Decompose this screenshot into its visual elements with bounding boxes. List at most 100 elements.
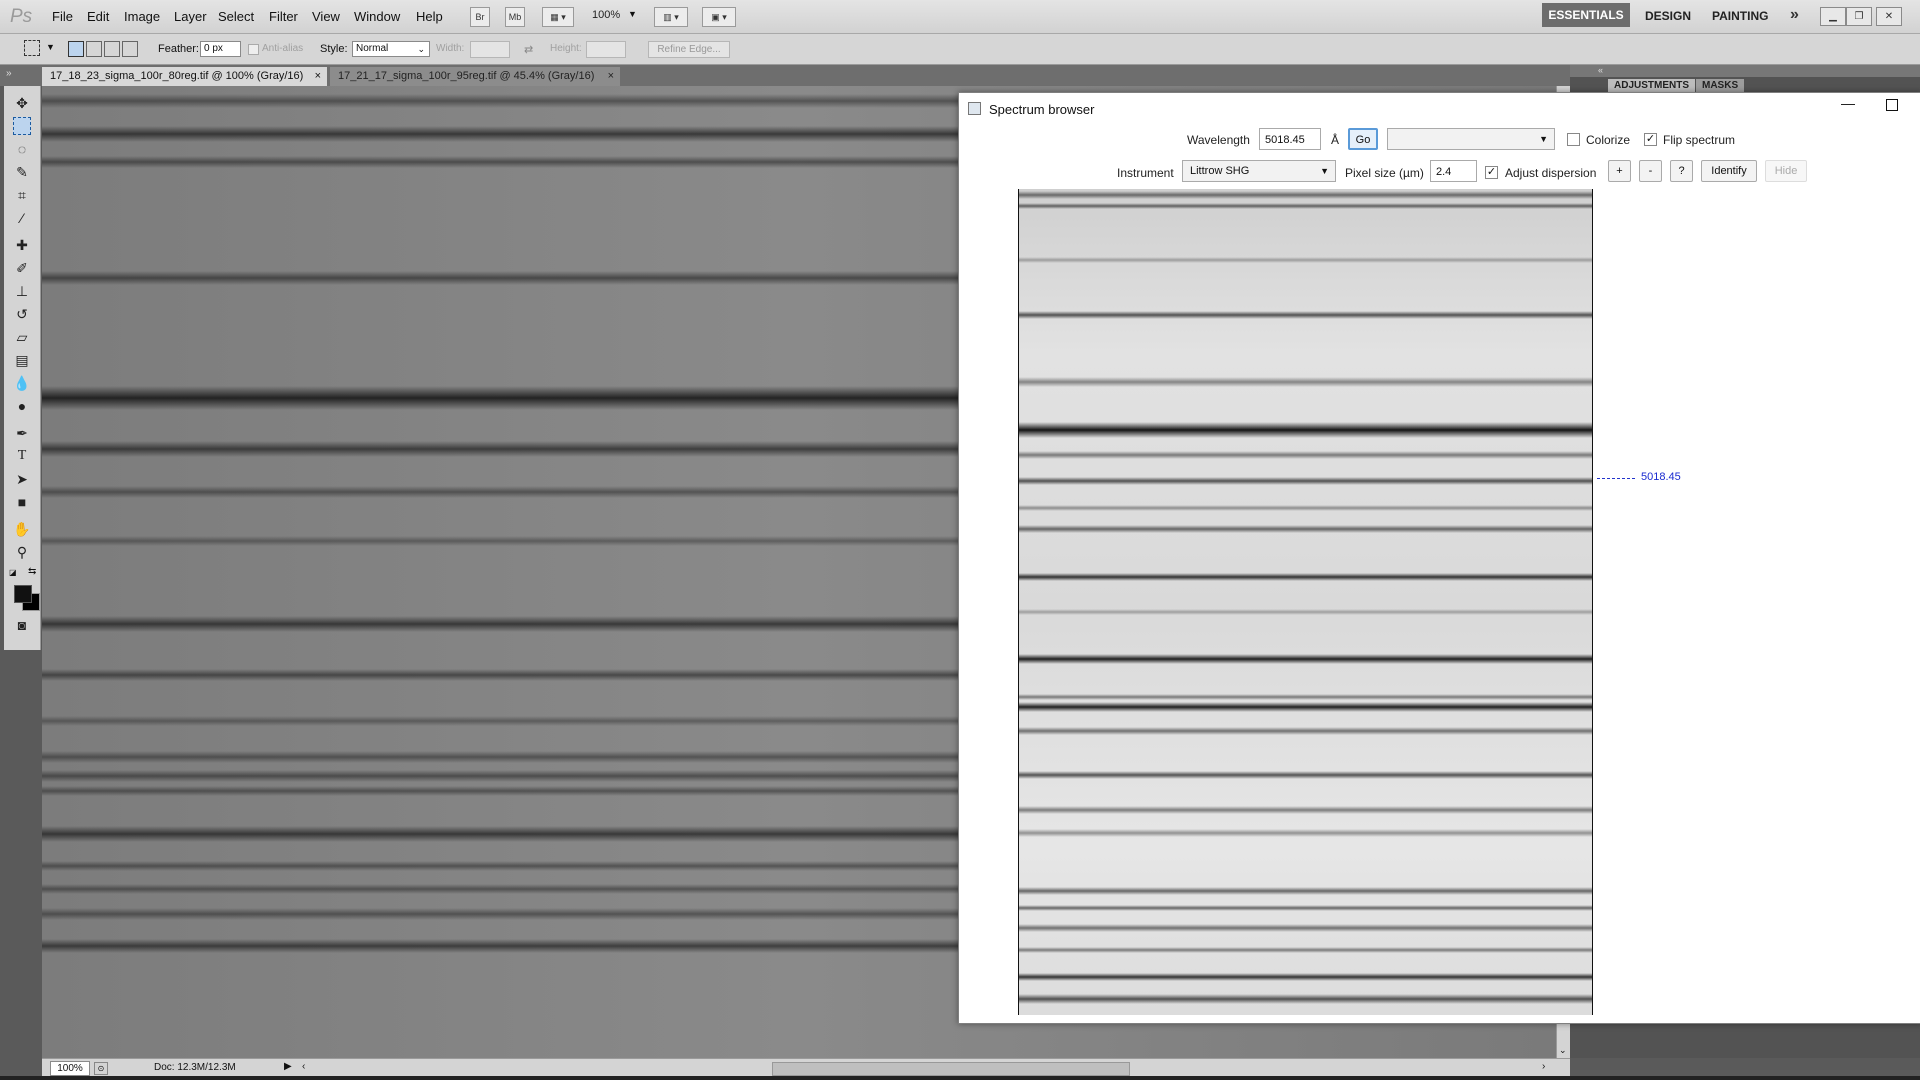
- help-button[interactable]: ?: [1670, 160, 1693, 182]
- document-tab-1[interactable]: 17_18_23_sigma_100r_80reg.tif @ 100% (Gr…: [42, 67, 327, 86]
- flip-spectrum-checkbox[interactable]: ✓: [1644, 133, 1657, 146]
- menu-filter[interactable]: Filter: [269, 9, 298, 24]
- menu-view[interactable]: View: [312, 9, 340, 24]
- workspace-essentials[interactable]: ESSENTIALS: [1542, 3, 1630, 27]
- rectangle-shape-icon[interactable]: ■: [13, 493, 31, 511]
- view-extras-button[interactable]: ▦ ▾: [542, 7, 574, 27]
- dodge-icon[interactable]: ●: [13, 397, 31, 415]
- type-icon[interactable]: T: [13, 447, 31, 465]
- window-maximize-icon[interactable]: [1886, 99, 1898, 111]
- menu-select[interactable]: Select: [218, 9, 254, 24]
- zoom-out-button[interactable]: -: [1639, 160, 1662, 182]
- document-tab-bar: » 17_18_23_sigma_100r_80reg.tif @ 100% (…: [0, 65, 1570, 86]
- hand-icon[interactable]: ✋: [13, 520, 31, 538]
- masks-tab[interactable]: MASKS: [1696, 79, 1745, 93]
- screen-mode-button[interactable]: ▣ ▾: [702, 7, 736, 27]
- menu-window[interactable]: Window: [354, 9, 400, 24]
- adjustments-tab[interactable]: ADJUSTMENTS: [1608, 79, 1696, 93]
- swap-colors-icon[interactable]: ⇆: [28, 566, 36, 577]
- move-tool-icon[interactable]: ✥: [13, 94, 31, 112]
- scroll-left-icon[interactable]: ‹: [302, 1061, 305, 1072]
- zoom-in-button[interactable]: +: [1608, 160, 1631, 182]
- workspace-painting[interactable]: PAINTING: [1712, 9, 1768, 23]
- restore-icon[interactable]: ❐: [1846, 7, 1872, 26]
- blur-icon[interactable]: 💧: [13, 374, 31, 392]
- arrange-documents-button[interactable]: ▥ ▾: [654, 7, 688, 27]
- document-status-icon[interactable]: ⊙: [94, 1062, 108, 1075]
- zoom-tool-icon[interactable]: ⚲: [13, 543, 31, 561]
- go-button[interactable]: Go: [1348, 128, 1378, 150]
- close-icon[interactable]: ✕: [1876, 7, 1902, 26]
- document-tab-2[interactable]: 17_21_17_sigma_100r_95reg.tif @ 45.4% (G…: [330, 67, 620, 86]
- default-colors-icon[interactable]: ◪: [9, 568, 17, 577]
- menu-file[interactable]: File: [52, 9, 73, 24]
- menu-layer[interactable]: Layer: [174, 9, 207, 24]
- colorize-checkbox[interactable]: [1567, 133, 1580, 146]
- gradient-icon[interactable]: ▤: [13, 351, 31, 369]
- width-input: [470, 41, 510, 58]
- eyedropper-icon[interactable]: ⁄: [13, 209, 31, 227]
- document-size-info: Doc: 12.3M/12.3M: [154, 1062, 236, 1073]
- wavelength-input[interactable]: 5018.45: [1259, 128, 1321, 150]
- add-to-selection-icon[interactable]: [86, 41, 102, 57]
- photoshop-logo: Ps: [10, 6, 33, 27]
- menu-bar: Ps File Edit Image Layer Select Filter V…: [0, 0, 1920, 34]
- brush-icon[interactable]: ✐: [13, 259, 31, 277]
- crop-icon[interactable]: ⌗: [13, 186, 31, 204]
- mini-bridge-button[interactable]: Mb: [505, 7, 525, 27]
- absorption-band: [1019, 654, 1592, 664]
- menu-edit[interactable]: Edit: [87, 9, 109, 24]
- scroll-right-icon[interactable]: ›: [1542, 1061, 1545, 1072]
- more-workspaces-icon[interactable]: »: [1790, 6, 1799, 24]
- collapse-toolbar-icon[interactable]: »: [6, 68, 12, 79]
- anti-alias-checkbox[interactable]: [248, 44, 259, 55]
- style-select[interactable]: Normal ⌄: [352, 41, 430, 57]
- path-selection-icon[interactable]: ➤: [13, 470, 31, 488]
- menu-help[interactable]: Help: [416, 9, 443, 24]
- minimize-icon[interactable]: ▁: [1820, 7, 1846, 26]
- close-tab-icon[interactable]: ×: [315, 67, 321, 86]
- absorption-band: [1019, 702, 1592, 712]
- zoom-level-dropdown[interactable]: 100%: [592, 9, 620, 21]
- absorption-band: [1019, 422, 1592, 438]
- bridge-button[interactable]: Br: [470, 7, 490, 27]
- identify-button[interactable]: Identify: [1701, 160, 1757, 182]
- quick-selection-icon[interactable]: ✎: [13, 163, 31, 181]
- style-label: Style:: [320, 43, 348, 55]
- zoom-field[interactable]: 100%: [50, 1061, 90, 1076]
- panel-header-strip: [1570, 65, 1920, 77]
- menu-image[interactable]: Image: [124, 9, 160, 24]
- absorption-band: [1019, 191, 1592, 199]
- absorption-band: [1019, 771, 1592, 779]
- quick-mask-icon[interactable]: ◙: [13, 616, 31, 634]
- history-brush-icon[interactable]: ↺: [13, 305, 31, 323]
- spectral-line-select[interactable]: ▼: [1387, 128, 1555, 150]
- tool-preset-caret-icon[interactable]: ▼: [46, 42, 55, 52]
- spectrum-image[interactable]: [1018, 189, 1593, 1015]
- adjust-dispersion-checkbox[interactable]: ✓: [1485, 166, 1498, 179]
- scroll-down-icon[interactable]: ⌄: [1559, 1045, 1567, 1056]
- horizontal-scrollbar-thumb[interactable]: [772, 1062, 1130, 1076]
- subtract-from-selection-icon[interactable]: [104, 41, 120, 57]
- rectangular-marquee-icon[interactable]: [13, 117, 31, 135]
- pen-icon[interactable]: ✒: [13, 424, 31, 442]
- instrument-select[interactable]: Littrow SHG ▼: [1182, 160, 1336, 182]
- marquee-tool-preset-icon[interactable]: [24, 40, 40, 56]
- collapse-panel-icon[interactable]: «: [1598, 65, 1603, 75]
- foreground-color-swatch[interactable]: [14, 585, 32, 603]
- lasso-icon[interactable]: ◌: [13, 140, 31, 158]
- pixel-size-input[interactable]: 2.4: [1430, 160, 1477, 182]
- intersect-selection-icon[interactable]: [122, 41, 138, 57]
- healing-brush-icon[interactable]: ✚: [13, 236, 31, 254]
- workspace-design[interactable]: DESIGN: [1645, 9, 1691, 23]
- eraser-icon[interactable]: ▱: [13, 328, 31, 346]
- window-minimize-icon[interactable]: —: [1841, 95, 1855, 111]
- chevron-down-icon: ▼: [1320, 166, 1329, 176]
- new-selection-icon[interactable]: [68, 41, 84, 57]
- close-tab-icon[interactable]: ×: [608, 67, 614, 86]
- status-bar: 100% ⊙ Doc: 12.3M/12.3M ▶ ‹ ›: [42, 1058, 1570, 1077]
- feather-input[interactable]: 0 px: [200, 41, 241, 57]
- chevron-down-icon: ▼: [1539, 134, 1548, 144]
- clone-stamp-icon[interactable]: ⊥: [13, 282, 31, 300]
- status-menu-arrow-icon[interactable]: ▶: [284, 1061, 292, 1072]
